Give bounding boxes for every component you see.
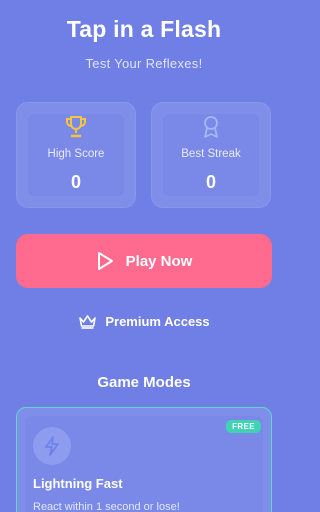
- lightning-icon: [33, 427, 71, 465]
- free-badge: FREE: [226, 420, 261, 433]
- play-now-button[interactable]: Play Now: [16, 234, 272, 288]
- mode-name: Lightning Fast: [33, 476, 123, 491]
- mode-description: React within 1 second or lose!: [33, 501, 180, 512]
- best-streak-card: Best Streak 0: [151, 102, 271, 208]
- high-score-value: 0: [70, 172, 81, 192]
- play-icon: [96, 250, 116, 272]
- medal-icon: [151, 115, 271, 141]
- premium-access-link[interactable]: Premium Access: [0, 313, 288, 329]
- best-streak-label: Best Streak: [181, 148, 241, 160]
- crown-icon: [78, 313, 98, 329]
- premium-access-label: Premium Access: [105, 313, 210, 329]
- trophy-icon: [16, 115, 136, 141]
- app-subtitle: Test Your Reflexes!: [85, 56, 203, 71]
- play-now-label: Play Now: [125, 252, 193, 270]
- mode-card-lightning-fast[interactable]: FREE Lightning Fast React within 1 secon…: [16, 407, 272, 512]
- app-title: Tap in a Flash: [66, 16, 222, 42]
- game-modes-title: Game Modes: [97, 374, 191, 391]
- high-score-label: High Score: [47, 148, 105, 160]
- best-streak-value: 0: [205, 172, 216, 192]
- high-score-card: High Score 0: [16, 102, 136, 208]
